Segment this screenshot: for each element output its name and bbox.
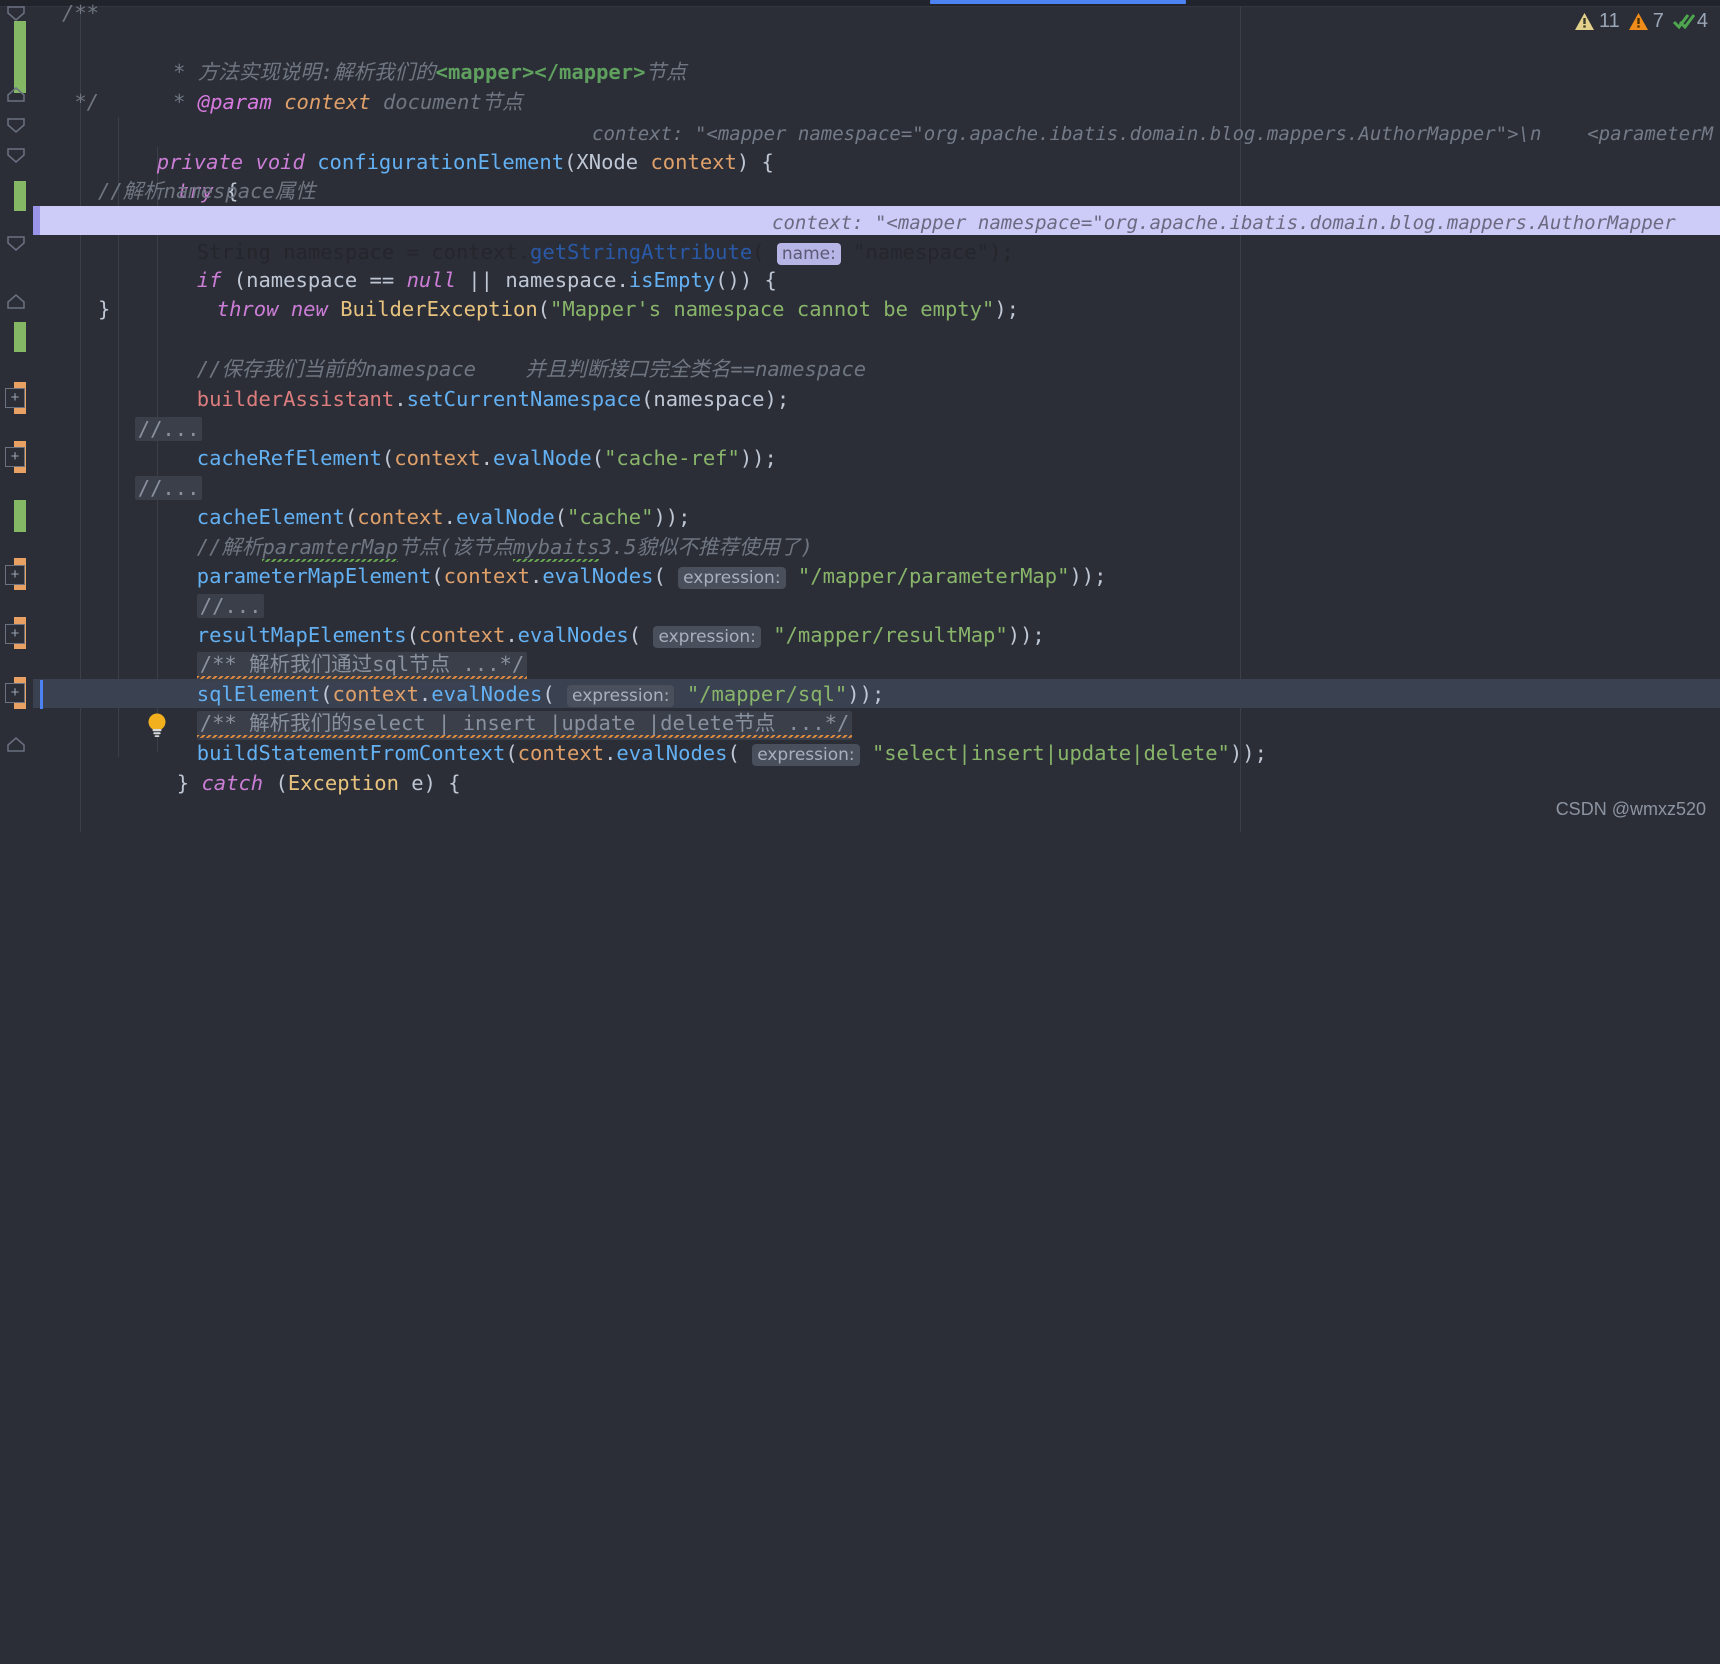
code-line[interactable]: }: [0, 295, 1720, 325]
code-line[interactable]: */: [0, 88, 1720, 118]
line-comment: //解析namespace属性: [98, 179, 316, 203]
code-line[interactable]: cacheRefElement(context.evalNode("cache-…: [0, 414, 1720, 470]
code-line-folded-selected[interactable]: /** 解析我们的select | insert |update |delete…: [0, 679, 1720, 740]
text-caret: [40, 680, 43, 709]
code-line[interactable]: * @param context document节点: [0, 58, 1720, 114]
code-line[interactable]: try {: [0, 147, 1720, 203]
class-Exception: Exception: [287, 770, 399, 795]
code-line-folded[interactable]: //...: [0, 444, 1720, 500]
code-line[interactable]: sqlElement(context.evalNodes( expression…: [0, 650, 1720, 707]
lightbulb-icon[interactable]: [46, 682, 166, 737]
code-line[interactable]: parameterMapElement(context.evalNodes( e…: [0, 532, 1720, 589]
code-line[interactable]: //保存我们当前的namespace 并且判断接口完全类名==namespace: [0, 325, 1720, 381]
code-line[interactable]: resultMapElements(context.evalNodes( exp…: [0, 591, 1720, 648]
closing-brace: }: [98, 297, 111, 321]
code-line[interactable]: builderAssistant.setCurrentNamespace(nam…: [0, 355, 1720, 411]
code-line[interactable]: private void configurationElement(XNode …: [0, 118, 1720, 174]
code-line[interactable]: buildStatementFromContext(context.evalNo…: [0, 709, 1720, 766]
inline-debug-value: context: "<mapper namespace="org.apache.…: [592, 123, 1714, 145]
code-line-current[interactable]: String namespace = context.getStringAttr…: [0, 206, 1720, 265]
watermark: CSDN @wmxz520: [1555, 799, 1706, 819]
code-line[interactable]: throw new BuilderException("Mapper's nam…: [0, 265, 1720, 321]
code-line-folded[interactable]: //...: [0, 562, 1720, 618]
code-line-folded[interactable]: /** 解析我们通过sql节点 ...*/: [0, 620, 1720, 681]
code-line-folded[interactable]: //...: [0, 385, 1720, 441]
code-line[interactable]: } catch (Exception e) {: [0, 739, 1720, 795]
code-editor-area[interactable]: /** * 方法实现说明:解析我们的<mapper></mapper>节点 * …: [0, 1, 1720, 832]
code-line[interactable]: //解析paramterMap节点(该节点mybaits3.5貌似不推荐使用了): [0, 503, 1720, 562]
code-line[interactable]: //解析namespace属性: [0, 177, 1720, 207]
inline-debug-value: context: "<mapper namespace="org.apache.…: [772, 212, 1676, 234]
var-e: e: [411, 770, 424, 795]
javadoc-close: */: [62, 90, 100, 114]
code-line[interactable]: if (namespace == null || namespace.isEmp…: [0, 236, 1720, 292]
keyword-catch: catch: [201, 770, 264, 795]
code-line[interactable]: /**: [0, 0, 1720, 29]
code-line[interactable]: * 方法实现说明:解析我们的<mapper></mapper>节点: [0, 28, 1720, 84]
javadoc-open: /**: [62, 1, 100, 25]
code-line[interactable]: cacheElement(context.evalNode("cache"));: [0, 473, 1720, 529]
ide-editor-window: 11 7 4 + + + + + /** * 方法实现说明:解析我们的<mapp…: [0, 0, 1720, 832]
